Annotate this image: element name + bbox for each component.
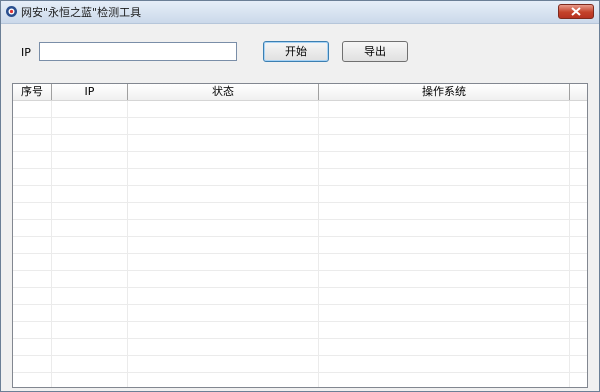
close-button[interactable] bbox=[558, 4, 594, 19]
table-row bbox=[13, 288, 587, 305]
table-row bbox=[13, 339, 587, 356]
ip-input[interactable] bbox=[39, 42, 237, 61]
table-row bbox=[13, 135, 587, 152]
app-icon bbox=[6, 6, 17, 17]
column-header-status[interactable]: 状态 bbox=[128, 84, 319, 100]
app-window: 网安"永恒之蓝"检测工具 IP 开始 导出 序号 IP 状态 操作系统 bbox=[0, 0, 600, 392]
table-row bbox=[13, 305, 587, 322]
table-row bbox=[13, 203, 587, 220]
result-list[interactable]: 序号 IP 状态 操作系统 bbox=[12, 83, 588, 388]
column-header-ip[interactable]: IP bbox=[52, 84, 128, 100]
column-header-filler bbox=[570, 84, 587, 100]
table-row bbox=[13, 237, 587, 254]
column-header-os[interactable]: 操作系统 bbox=[319, 84, 570, 100]
table-row bbox=[13, 356, 587, 373]
table-row bbox=[13, 169, 587, 186]
export-button[interactable]: 导出 bbox=[342, 41, 408, 62]
table-row bbox=[13, 118, 587, 135]
column-header-index[interactable]: 序号 bbox=[13, 84, 52, 100]
close-icon bbox=[571, 7, 581, 16]
start-button[interactable]: 开始 bbox=[263, 41, 329, 62]
table-row bbox=[13, 152, 587, 169]
table-row bbox=[13, 220, 587, 237]
table-row bbox=[13, 271, 587, 288]
table-row bbox=[13, 373, 587, 387]
table-row bbox=[13, 101, 587, 118]
table-row bbox=[13, 254, 587, 271]
table-row bbox=[13, 186, 587, 203]
table-row bbox=[13, 322, 587, 339]
list-header: 序号 IP 状态 操作系统 bbox=[13, 84, 587, 101]
client-area: IP 开始 导出 序号 IP 状态 操作系统 bbox=[1, 24, 599, 391]
title-bar: 网安"永恒之蓝"检测工具 bbox=[1, 1, 599, 24]
ip-label: IP bbox=[21, 46, 31, 59]
window-title: 网安"永恒之蓝"检测工具 bbox=[21, 6, 142, 19]
